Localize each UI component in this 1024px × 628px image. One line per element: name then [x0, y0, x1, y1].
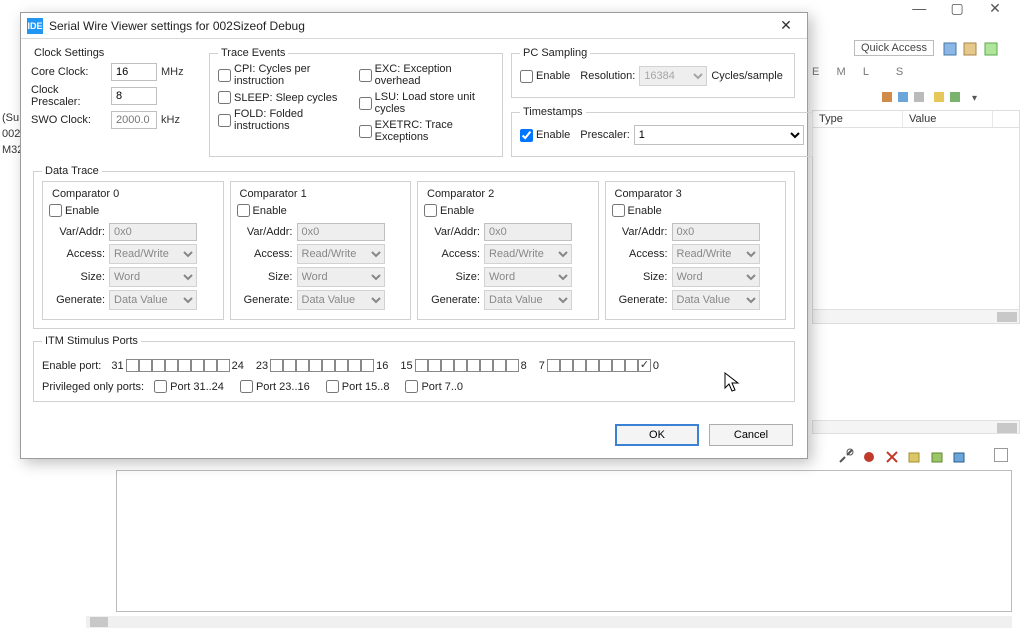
comp2-size: Word: [484, 267, 572, 287]
comp3-generate: Data Value: [672, 290, 760, 310]
export-icon[interactable]: [930, 450, 944, 464]
dialog-titlebar: IDE Serial Wire Viewer settings for 002S…: [21, 13, 807, 39]
bg-toolbar-icons[interactable]: ▾: [880, 90, 990, 108]
core-clock-unit: MHz: [161, 66, 184, 78]
comp1-access: Read/Write: [297, 244, 385, 264]
priv-23-16[interactable]: Port 23..16: [240, 380, 310, 393]
bg-lower-toolbar[interactable]: [838, 448, 970, 466]
swo-clock-label: SWO Clock:: [31, 114, 111, 126]
perspective-icons[interactable]: [942, 40, 1012, 58]
comp2-generate: Data Value: [484, 290, 572, 310]
bg-variables-view: Type Value: [812, 110, 1020, 324]
pc-enable-checkbox[interactable]: Enable: [520, 70, 570, 83]
ports-31-24[interactable]: 31 24: [109, 359, 246, 372]
delete-icon[interactable]: [885, 450, 899, 464]
dialog-title: Serial Wire Viewer settings for 002Sizeo…: [49, 19, 771, 33]
itm-ports-title: ITM Stimulus Ports: [42, 335, 141, 347]
tools-icon[interactable]: [838, 448, 854, 464]
comparator-0: Comparator 0 Enable Var/Addr: Access:Rea…: [42, 181, 224, 320]
clock-prescaler-label: Clock Prescaler:: [31, 84, 111, 108]
privileged-ports-label: Privileged only ports:: [42, 381, 144, 393]
priv-15-8[interactable]: Port 15..8: [326, 380, 390, 393]
trace-events-group: Trace Events CPI: Cycles per instruction…: [209, 47, 503, 157]
import-icon[interactable]: [952, 450, 966, 464]
ide-maximize-icon[interactable]: ▢: [940, 0, 974, 17]
exetrc-checkbox[interactable]: EXETRC: Trace Exceptions: [359, 119, 488, 143]
comp3-enable[interactable]: Enable: [612, 204, 662, 217]
comp3-size: Word: [672, 267, 760, 287]
ide-window-controls: — ▢ ✕: [902, 0, 1012, 17]
comp2-enable[interactable]: Enable: [424, 204, 474, 217]
comp1-enable[interactable]: Enable: [237, 204, 287, 217]
comp1-size: Word: [297, 267, 385, 287]
comp3-varaddr: [672, 223, 760, 241]
ts-enable-checkbox[interactable]: Enable: [520, 129, 570, 142]
ide-minimize-icon[interactable]: —: [902, 0, 936, 16]
record-icon[interactable]: [862, 450, 876, 464]
comp0-generate: Data Value: [109, 290, 197, 310]
cancel-button[interactable]: Cancel: [709, 424, 793, 446]
save-lock-icon[interactable]: [907, 450, 921, 464]
ports-23-16[interactable]: 23 16: [254, 359, 391, 372]
ports-15-8[interactable]: 15 8: [398, 359, 528, 372]
sleep-checkbox[interactable]: SLEEP: Sleep cycles: [218, 91, 343, 104]
comp2-access: Read/Write: [484, 244, 572, 264]
ports-7-0[interactable]: 7 0: [537, 359, 661, 372]
swo-clock-unit: kHz: [161, 114, 180, 126]
bg-toolbar-text: E M L S: [812, 66, 905, 78]
comp0-access: Read/Write: [109, 244, 197, 264]
comparator-2: Comparator 2 Enable Var/Addr: Access:Rea…: [417, 181, 599, 320]
swo-clock-input: [111, 111, 157, 129]
comp0-enable[interactable]: Enable: [49, 204, 99, 217]
pc-resolution-label: Resolution:: [580, 70, 635, 82]
svg-text:▾: ▾: [972, 93, 977, 104]
bg-left-tree: (Su 0029 M32: [0, 110, 18, 158]
swv-settings-dialog: IDE Serial Wire Viewer settings for 002S…: [20, 12, 808, 459]
comparator-3: Comparator 3 Enable Var/Addr: Access:Rea…: [605, 181, 787, 320]
ts-prescaler-label: Prescaler:: [580, 129, 630, 141]
priv-7-0[interactable]: Port 7..0: [405, 380, 463, 393]
col-value[interactable]: Value: [903, 111, 993, 127]
bg-panel-toggle[interactable]: [994, 448, 1008, 462]
pc-sampling-group: PC Sampling Enable Resolution: 16384 Cyc…: [511, 47, 795, 98]
comp0-varaddr: [109, 223, 197, 241]
comp1-generate: Data Value: [297, 290, 385, 310]
comp3-access: Read/Write: [672, 244, 760, 264]
clock-prescaler-input[interactable]: [111, 87, 157, 105]
col-type[interactable]: Type: [813, 111, 903, 127]
exc-checkbox[interactable]: EXC: Exception overhead: [359, 63, 488, 87]
pc-resolution-select: 16384: [639, 66, 707, 86]
port-0-checkbox[interactable]: [638, 359, 651, 372]
ide-close-icon[interactable]: ✕: [978, 0, 1012, 17]
fold-checkbox[interactable]: FOLD: Folded instructions: [218, 108, 343, 132]
core-clock-input[interactable]: [111, 63, 157, 81]
cpi-checkbox[interactable]: CPI: Cycles per instruction: [218, 63, 343, 87]
priv-31-24[interactable]: Port 31..24: [154, 380, 224, 393]
timestamps-group: Timestamps Enable Prescaler: 1: [511, 106, 813, 157]
timestamps-title: Timestamps: [520, 106, 586, 118]
ok-button[interactable]: OK: [615, 424, 699, 446]
bg-editor-hscroll[interactable]: [86, 616, 1012, 628]
core-clock-label: Core Clock:: [31, 66, 111, 78]
app-icon: IDE: [27, 18, 43, 34]
comp1-varaddr: [297, 223, 385, 241]
quick-access-button[interactable]: Quick Access: [854, 40, 934, 56]
dialog-close-icon[interactable]: ✕: [771, 17, 801, 34]
trace-events-title: Trace Events: [218, 47, 288, 59]
pc-resolution-unit: Cycles/sample: [711, 70, 783, 82]
clock-group-title: Clock Settings: [31, 47, 203, 59]
bg-console-panel: [116, 470, 1012, 612]
comparator-1: Comparator 1 Enable Var/Addr: Access:Rea…: [230, 181, 412, 320]
enable-port-label: Enable port:: [42, 360, 101, 372]
data-trace-title: Data Trace: [42, 165, 102, 177]
data-trace-group: Data Trace Comparator 0 Enable Var/Addr:…: [33, 165, 795, 329]
itm-ports-group: ITM Stimulus Ports Enable port: 31 24 23…: [33, 335, 795, 402]
lsu-checkbox[interactable]: LSU: Load store unit cycles: [359, 91, 488, 115]
ts-prescaler-select[interactable]: 1: [634, 125, 804, 145]
pc-sampling-title: PC Sampling: [520, 47, 590, 59]
comp0-size: Word: [109, 267, 197, 287]
comp2-varaddr: [484, 223, 572, 241]
